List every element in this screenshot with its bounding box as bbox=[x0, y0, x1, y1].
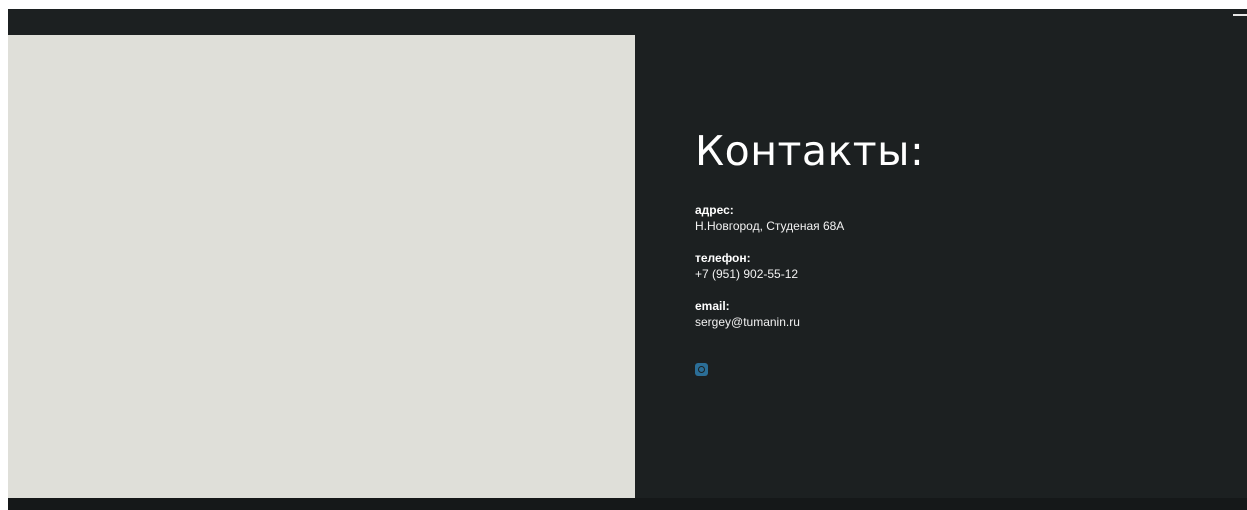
phone-link[interactable]: +7 (951) 902-55-12 bbox=[695, 266, 924, 282]
email-link[interactable]: sergey@tumanin.ru bbox=[695, 314, 924, 330]
phone-label: телефон: bbox=[695, 251, 751, 266]
footer-strip bbox=[8, 498, 1247, 510]
phone-group: телефон: +7 (951) 902-55-12 bbox=[695, 250, 924, 282]
address-label: адрес: bbox=[695, 203, 734, 218]
email-label: email: bbox=[695, 299, 730, 314]
email-group: email: sergey@tumanin.ru bbox=[695, 298, 924, 330]
address-value: Н.Новгород, Студеная 68А bbox=[695, 219, 845, 234]
contacts-section: Контакты: адрес: Н.Новгород, Студеная 68… bbox=[695, 127, 925, 377]
page-frame: Контакты: адрес: Н.Новгород, Студеная 68… bbox=[8, 9, 1247, 510]
menu-icon[interactable] bbox=[1233, 14, 1247, 16]
instagram-icon[interactable] bbox=[695, 363, 708, 377]
image-panel bbox=[8, 35, 635, 498]
contacts-title: Контакты: bbox=[695, 127, 925, 175]
address-group: адрес: Н.Новгород, Студеная 68А bbox=[695, 202, 924, 234]
